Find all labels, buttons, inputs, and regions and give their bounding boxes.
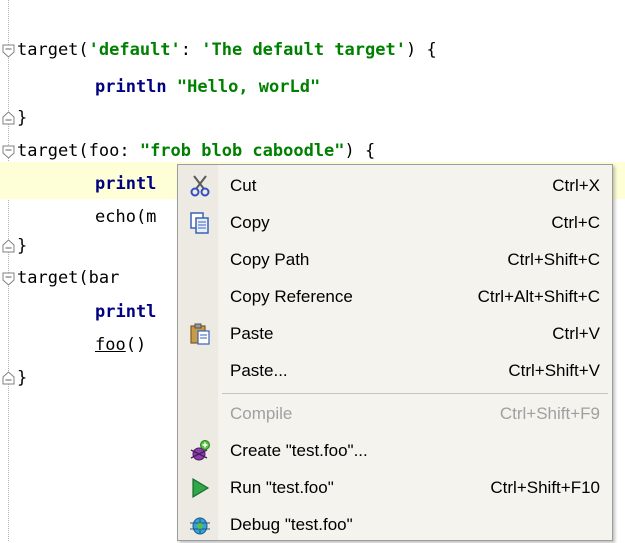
menu-item-shortcut: Ctrl+X (552, 176, 600, 195)
code-line-5: printl (95, 174, 157, 194)
menu-item-label: Debug "test.foo" (230, 515, 353, 534)
code-line-8: target(bar (17, 268, 120, 288)
menu-item-shortcut: Ctrl+Shift+V (508, 361, 600, 380)
menu-separator (222, 393, 608, 394)
fold-close-icon[interactable] (2, 111, 15, 125)
menu-item-paste-special[interactable]: Paste... Ctrl+Shift+V (178, 353, 612, 389)
copy-icon (190, 212, 209, 234)
code-line-11: } (17, 368, 28, 388)
fold-close-icon[interactable] (2, 371, 15, 385)
code-line-1: target('default': 'The default target') … (17, 40, 437, 60)
menu-item-label: Run "test.foo" (230, 478, 334, 497)
code-line-9: printl (95, 302, 157, 322)
fold-open-icon[interactable] (2, 272, 15, 286)
menu-item-label: Compile (230, 404, 293, 423)
menu-item-copy-reference[interactable]: Copy Reference Ctrl+Alt+Shift+C (178, 279, 612, 315)
menu-item-shortcut: Ctrl+Shift+F10 (490, 478, 600, 497)
menu-item-create-config[interactable]: Create "test.foo"... (178, 433, 612, 469)
code-line-6: echo(m (95, 207, 157, 227)
paste-icon (190, 323, 210, 345)
code-line-3: } (17, 108, 28, 128)
menu-item-label: Create "test.foo"... (230, 441, 368, 460)
code-line-2: println "Hello, worLd" (95, 77, 321, 97)
menu-item-shortcut: Ctrl+Alt+Shift+C (477, 287, 600, 306)
editor-gutter (8, 0, 9, 541)
fold-open-icon[interactable] (2, 44, 15, 58)
menu-item-copy[interactable]: Copy Ctrl+C (178, 205, 612, 241)
menu-item-label: Copy Path (230, 250, 310, 269)
menu-item-shortcut: Ctrl+Shift+C (507, 250, 600, 269)
menu-item-copy-path[interactable]: Copy Path Ctrl+Shift+C (178, 242, 612, 278)
menu-item-debug[interactable]: Debug "test.foo" (178, 507, 612, 543)
context-menu: Cut Ctrl+X Copy Ctrl+C Copy Path Ctrl+Sh… (177, 164, 613, 541)
run-icon (192, 477, 210, 499)
code-line-10: foo() (95, 335, 147, 355)
create-config-icon (190, 440, 210, 461)
debug-icon (190, 517, 210, 535)
menu-item-shortcut: Ctrl+Shift+F9 (499, 404, 600, 423)
menu-item-cut[interactable]: Cut Ctrl+X (178, 168, 612, 204)
menu-item-shortcut: Ctrl+V (552, 324, 600, 343)
menu-item-label: Paste... (230, 361, 288, 380)
fold-close-icon[interactable] (2, 239, 15, 253)
menu-item-label: Copy Reference (230, 287, 353, 306)
menu-item-label: Copy (230, 213, 270, 232)
menu-item-run[interactable]: Run "test.foo" Ctrl+Shift+F10 (178, 470, 612, 506)
menu-item-compile: Compile Ctrl+Shift+F9 (178, 396, 612, 432)
menu-item-label: Paste (230, 324, 274, 343)
menu-item-paste[interactable]: Paste Ctrl+V (178, 316, 612, 352)
menu-item-shortcut: Ctrl+C (551, 213, 600, 232)
scissors-icon (190, 175, 210, 197)
fold-open-icon[interactable] (2, 145, 15, 159)
menu-item-label: Cut (230, 176, 257, 195)
